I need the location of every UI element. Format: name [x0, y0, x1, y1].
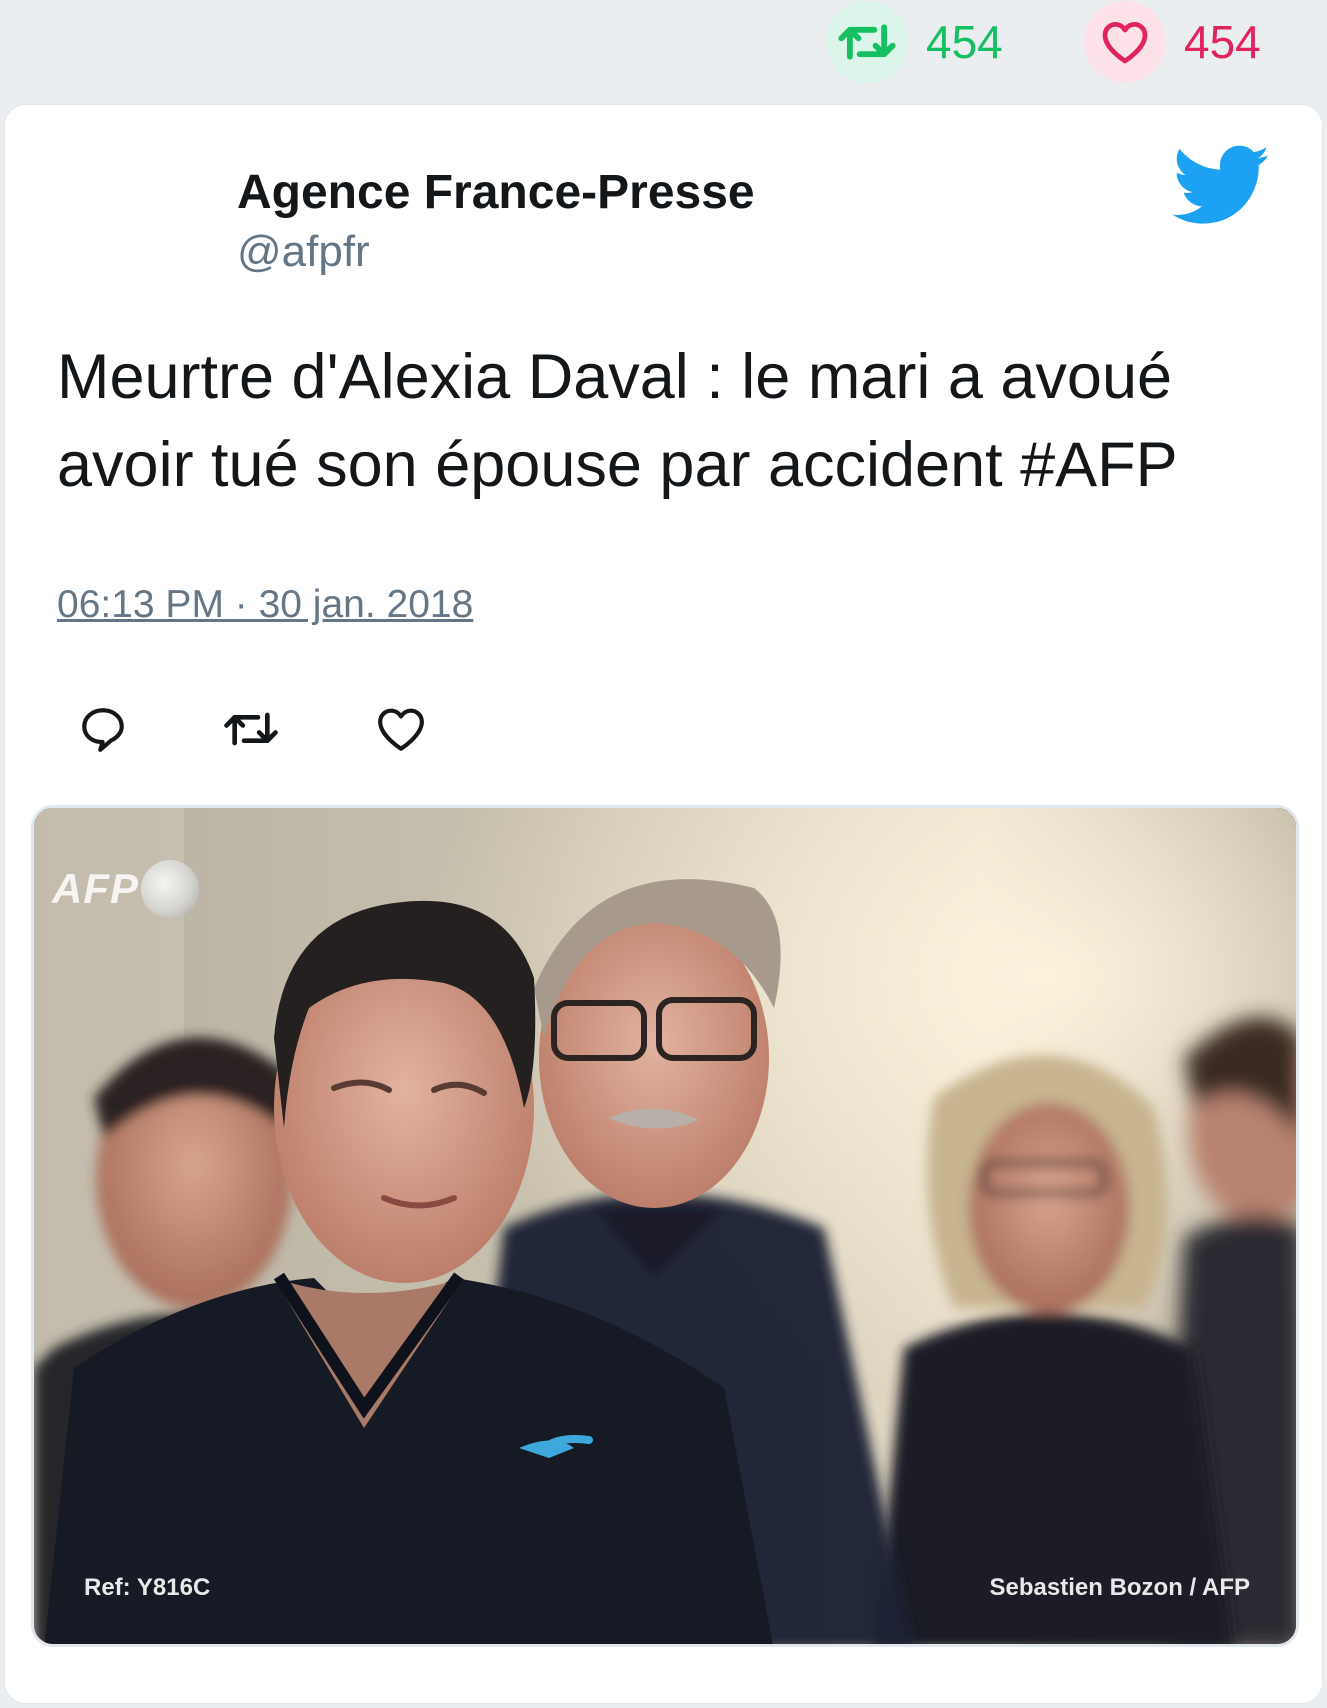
author-handle[interactable]: @afpfr: [237, 227, 370, 277]
engagement-stats: 454 454: [0, 0, 1327, 100]
heart-icon[interactable]: [1084, 1, 1166, 83]
afp-watermark-logo: AFP: [52, 860, 199, 918]
tweet-text: Meurtre d'Alexia Daval : le mari a avoué…: [57, 342, 1178, 500]
like-count: 454: [1184, 16, 1261, 68]
reply-icon[interactable]: [75, 701, 131, 757]
retweet-action-icon[interactable]: [223, 701, 279, 757]
tweet-actions: [75, 701, 429, 757]
twitter-bird-icon[interactable]: [1173, 145, 1271, 227]
retweet-count: 454: [926, 16, 1003, 68]
retweet-stat[interactable]: 454: [826, 1, 1003, 83]
globe-icon: [141, 860, 199, 918]
tweet-timestamp[interactable]: 06:13 PM · 30 jan. 2018: [57, 583, 473, 627]
tweet-photo[interactable]: AFP Ref: Y816C Sebastien Bozon / AFP: [31, 805, 1299, 1647]
afp-watermark-text: AFP: [52, 865, 139, 912]
photo-credit: Sebastien Bozon / AFP: [989, 1574, 1250, 1601]
like-stat[interactable]: 454: [1084, 1, 1261, 83]
tweet-card: Agence France-Presse @afpfr Meurtre d'Al…: [4, 104, 1323, 1704]
photo-ref: Ref: Y816C: [84, 1574, 211, 1601]
retweet-icon[interactable]: [826, 1, 908, 83]
like-icon[interactable]: [373, 701, 429, 757]
photo-image: [34, 808, 1296, 1644]
author-name[interactable]: Agence France-Presse: [237, 165, 755, 220]
